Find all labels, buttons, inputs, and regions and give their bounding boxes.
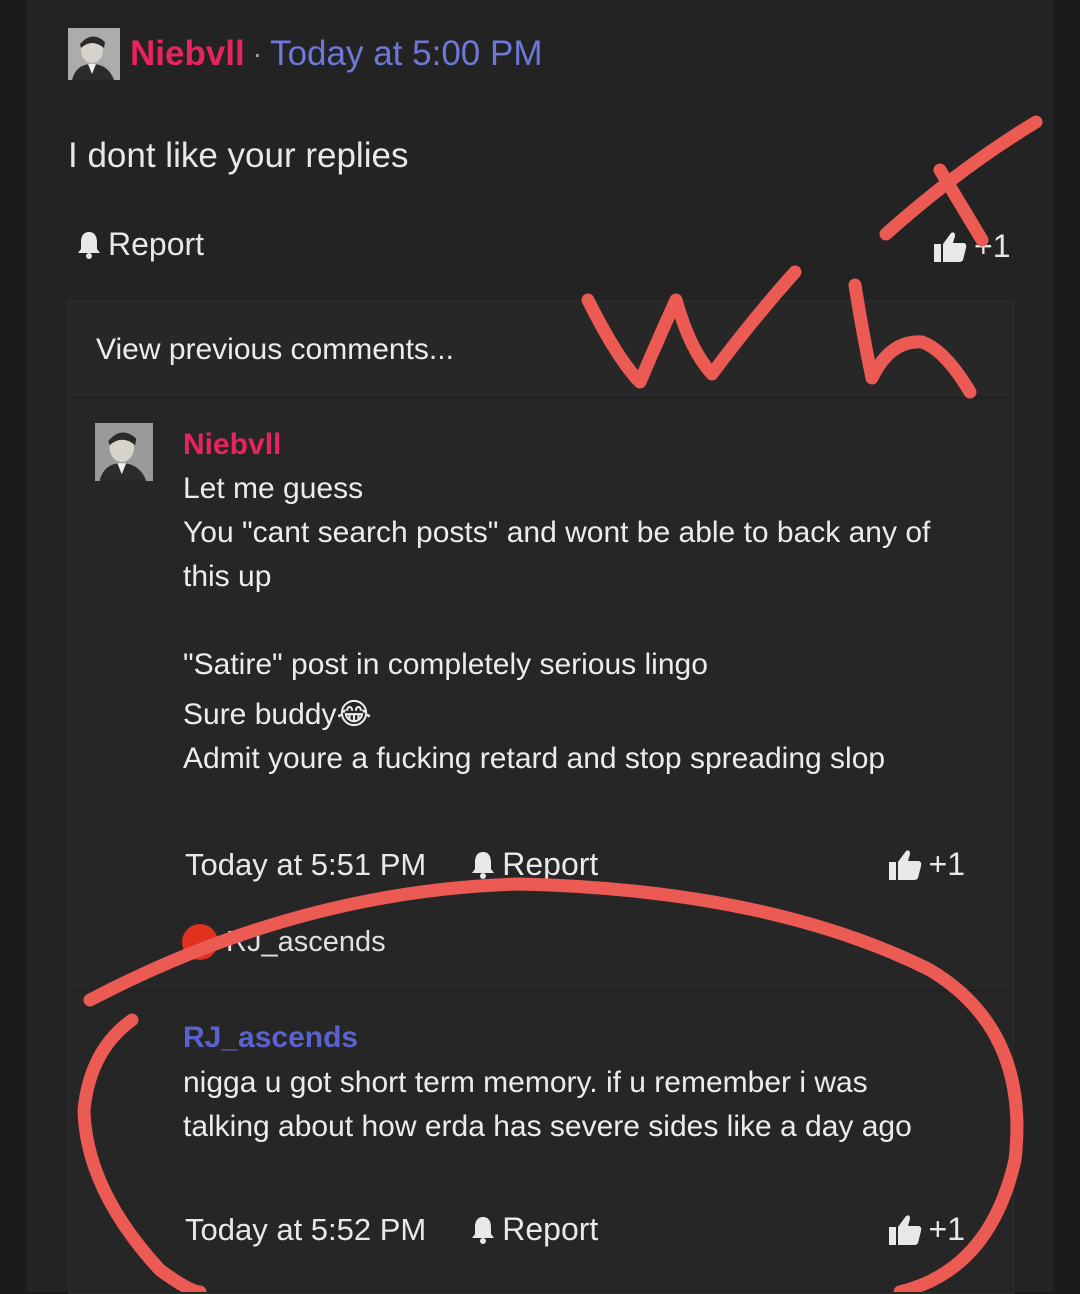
comments-section: View previous comments... Niebvll Let me… [68,300,1014,1294]
thumbs-up-icon [934,231,967,262]
post-like-count: +1 [974,228,1011,264]
comment-report-button[interactable]: Report [470,846,598,883]
comment-author-name[interactable]: RJ_ascends [183,1021,358,1055]
reaction-row[interactable]: RJ_ascends [182,924,386,960]
comment-text: Let me guess You "cant search posts" and… [183,467,983,781]
comment-blank-line [183,599,983,643]
comment-line: Sure buddy😂 [183,698,372,731]
separator-dot: · [252,38,263,69]
angry-face-icon [182,924,218,960]
bell-icon [472,851,495,879]
report-label: Report [502,1211,599,1247]
thumbs-up-icon [888,1214,921,1245]
comment-report-button[interactable]: Report [470,1211,598,1248]
comment-author-name[interactable]: Niebvll [183,428,281,462]
comment-meta: Today at 5:51 PM Report +1 [185,846,997,883]
comment-meta: Today at 5:52 PM Report +1 [185,1211,997,1248]
view-previous-comments-link[interactable]: View previous comments... [69,301,1013,398]
post-header: Niebvll · Today at 5:00 PM [68,28,542,80]
comment-like-count: +1 [928,846,965,882]
author-avatar[interactable] [68,28,120,80]
view-previous-label: View previous comments... [96,333,454,366]
comment-line: Let me guess [183,472,364,505]
post-timestamp[interactable]: Today at 5:00 PM [270,34,542,74]
report-label: Report [108,226,205,262]
comment-like-button[interactable]: +1 [887,1211,965,1248]
post-report-button[interactable]: Report [76,226,204,263]
comment-line: nigga u got short term memory. if u reme… [183,1066,868,1099]
comment-author-avatar[interactable] [95,423,153,481]
post-like-button[interactable]: +1 [932,228,1010,265]
comment-timestamp[interactable]: Today at 5:51 PM [185,847,426,883]
comment-text: nigga u got short term memory. if u reme… [183,1061,983,1149]
report-label: Report [502,846,599,882]
comment-like-count: +1 [928,1211,965,1247]
comment-like-button[interactable]: +1 [887,846,965,883]
bell-icon [472,1216,495,1244]
comment-item: RJ_ascends nigga u got short term memory… [69,991,1013,1293]
comment-line: this up [183,560,272,593]
comment-timestamp[interactable]: Today at 5:52 PM [185,1212,426,1248]
comment-line: You "cant search posts" and wont be able… [183,516,931,549]
comment-line: talking about how erda has severe sides … [183,1110,912,1143]
post-body-text: I dont like your replies [68,136,409,175]
comment-item: Niebvll Let me guess You "cant search po… [69,398,1013,990]
bell-icon [78,231,100,259]
comment-author-avatar[interactable] [95,1016,153,1074]
post-author-name[interactable]: Niebvll [130,34,245,74]
reaction-user: RJ_ascends [226,925,386,958]
thumbs-up-icon [888,849,921,880]
comment-line: Admit youre a fucking retard and stop sp… [183,742,886,775]
comment-line: "Satire" post in completely serious ling… [183,648,708,681]
